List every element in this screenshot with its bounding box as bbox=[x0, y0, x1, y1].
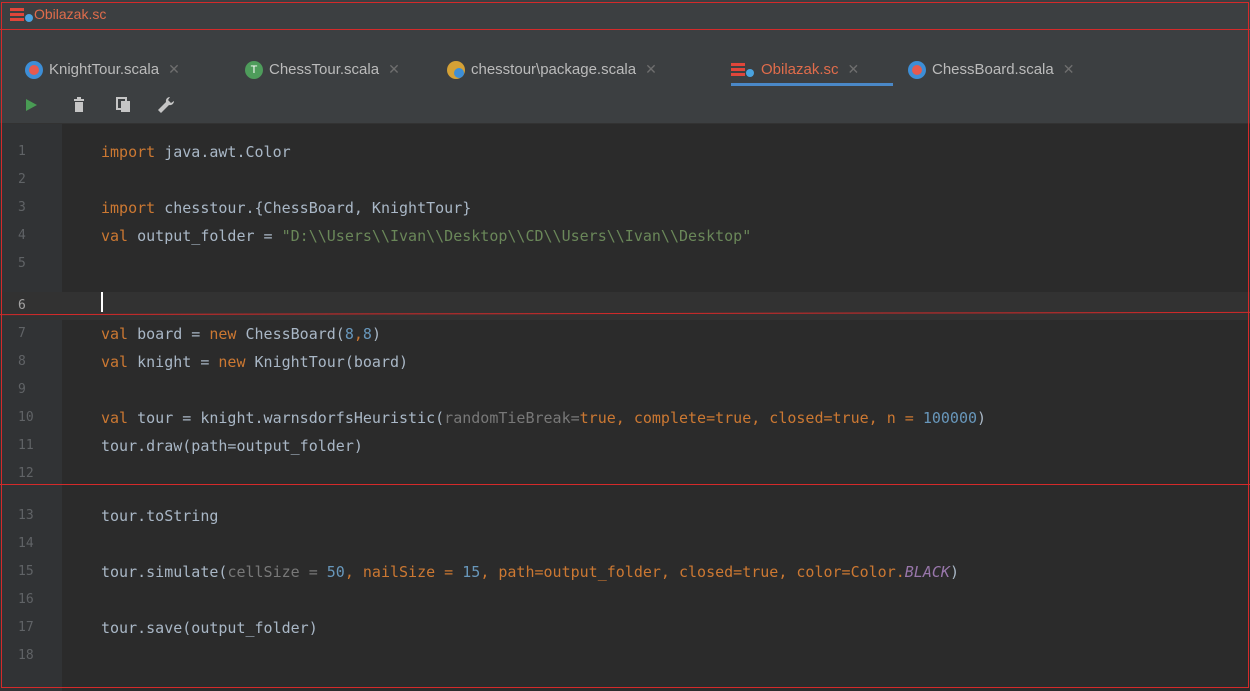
annotation-line bbox=[0, 29, 1250, 30]
annotation-line bbox=[0, 484, 1250, 485]
annotation-frame bbox=[1, 2, 1249, 688]
